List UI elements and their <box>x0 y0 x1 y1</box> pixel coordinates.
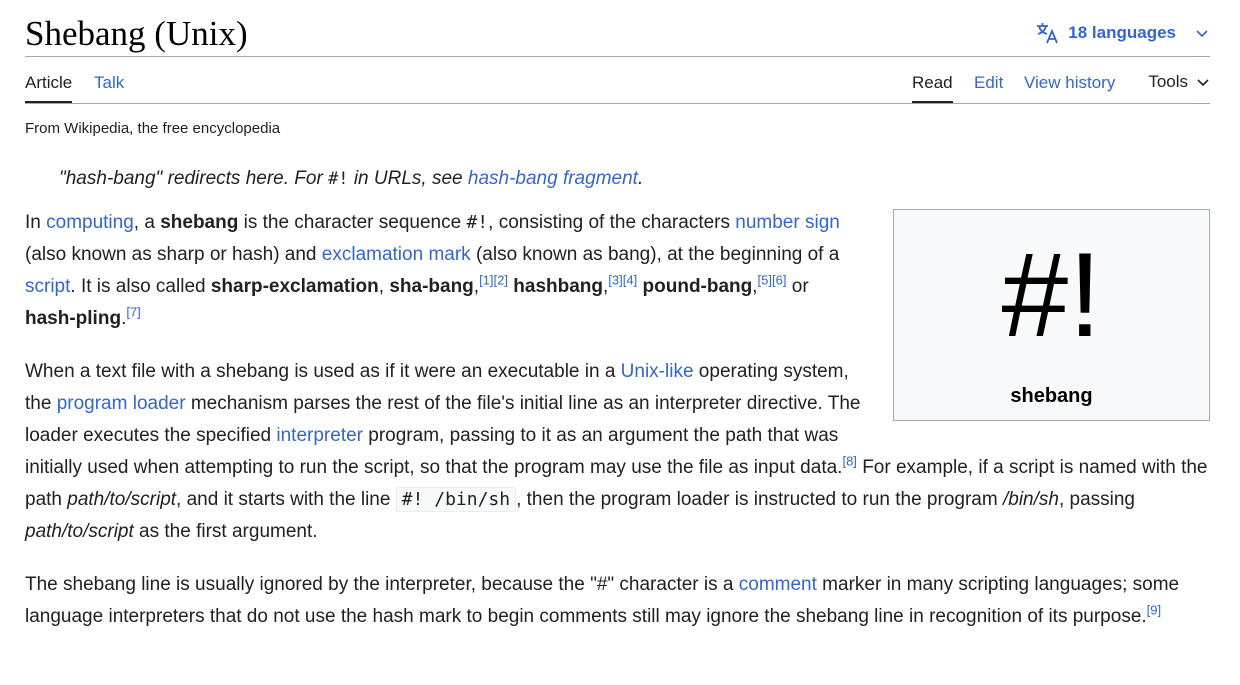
tools-label: Tools <box>1148 72 1188 91</box>
reference-link[interactable]: [1] <box>479 273 493 288</box>
shebang-glyph: #! <box>1001 228 1102 362</box>
page-title: Shebang (Unix) <box>25 14 248 53</box>
exclamation-mark-link[interactable]: exclamation mark <box>322 244 471 265</box>
script-link[interactable]: script <box>25 276 70 297</box>
term: sharp-exclamation <box>210 276 379 297</box>
paragraph-3: The shebang line is usually ignored by t… <box>25 574 1180 627</box>
hatnote-text: "hash-bang" redirects here. For <box>59 168 329 189</box>
path-text: path/to/script <box>67 489 177 510</box>
comment-link[interactable]: comment <box>739 574 817 595</box>
path-text: /bin/sh <box>1002 489 1059 510</box>
term: pound-bang <box>642 276 753 297</box>
path-text: path/to/script <box>25 521 134 542</box>
term-shebang: shebang <box>160 212 239 233</box>
tab-view-history[interactable]: View history <box>1024 72 1115 94</box>
tools-menu[interactable]: Tools <box>1148 72 1210 92</box>
reference-link[interactable]: [9] <box>1147 603 1161 618</box>
reference-link[interactable]: [2] <box>494 273 508 288</box>
site-tagline: From Wikipedia, the free encyclopedia <box>25 120 281 137</box>
infobox: #! shebang <box>893 209 1210 421</box>
article-body: #! shebang In computing, a shebang is th… <box>25 207 1210 654</box>
chevron-down-icon <box>1196 30 1208 38</box>
languages-label: 18 languages <box>1068 23 1176 42</box>
tabs-divider <box>25 103 1210 104</box>
interpreter-link[interactable]: interpreter <box>276 425 363 446</box>
reference-link[interactable]: [8] <box>842 454 856 469</box>
tab-talk[interactable]: Talk <box>94 72 124 94</box>
reference-link[interactable]: [5] <box>758 273 772 288</box>
reference-link[interactable]: [7] <box>126 305 140 320</box>
reference-link[interactable]: [3] <box>608 273 622 288</box>
tab-read[interactable]: Read <box>912 72 953 103</box>
tab-edit[interactable]: Edit <box>974 72 1003 94</box>
hatnote-text: . <box>637 168 644 189</box>
hatnote-text: in URLs, see <box>348 168 468 189</box>
term: sha-bang <box>389 276 474 297</box>
unix-like-link[interactable]: Unix-like <box>621 361 694 382</box>
program-loader-link[interactable]: program loader <box>57 393 186 414</box>
page-tabs: Article Talk Read Edit View history Tool… <box>25 60 1210 104</box>
term: hashbang <box>513 276 604 297</box>
number-sign-link[interactable]: number sign <box>735 212 840 233</box>
hatnote-code: #! <box>328 169 349 189</box>
translate-icon <box>1037 23 1059 44</box>
hash-bang-fragment-link[interactable]: hash-bang fragment <box>468 168 638 189</box>
languages-button[interactable]: 18 languages <box>1036 22 1210 44</box>
inline-code: #! /bin/sh <box>395 487 517 512</box>
chevron-down-icon <box>1197 79 1209 87</box>
computing-link[interactable]: computing <box>46 212 134 233</box>
reference-link[interactable]: [4] <box>623 273 637 288</box>
title-divider <box>25 56 1210 57</box>
infobox-caption: shebang <box>1010 385 1093 407</box>
reference-link[interactable]: [6] <box>772 273 786 288</box>
inline-code: #! <box>466 212 489 233</box>
term: hash-pling <box>25 308 122 329</box>
tab-article[interactable]: Article <box>25 72 73 103</box>
hatnote: "hash-bang" redirects here. For #! in UR… <box>59 168 643 190</box>
